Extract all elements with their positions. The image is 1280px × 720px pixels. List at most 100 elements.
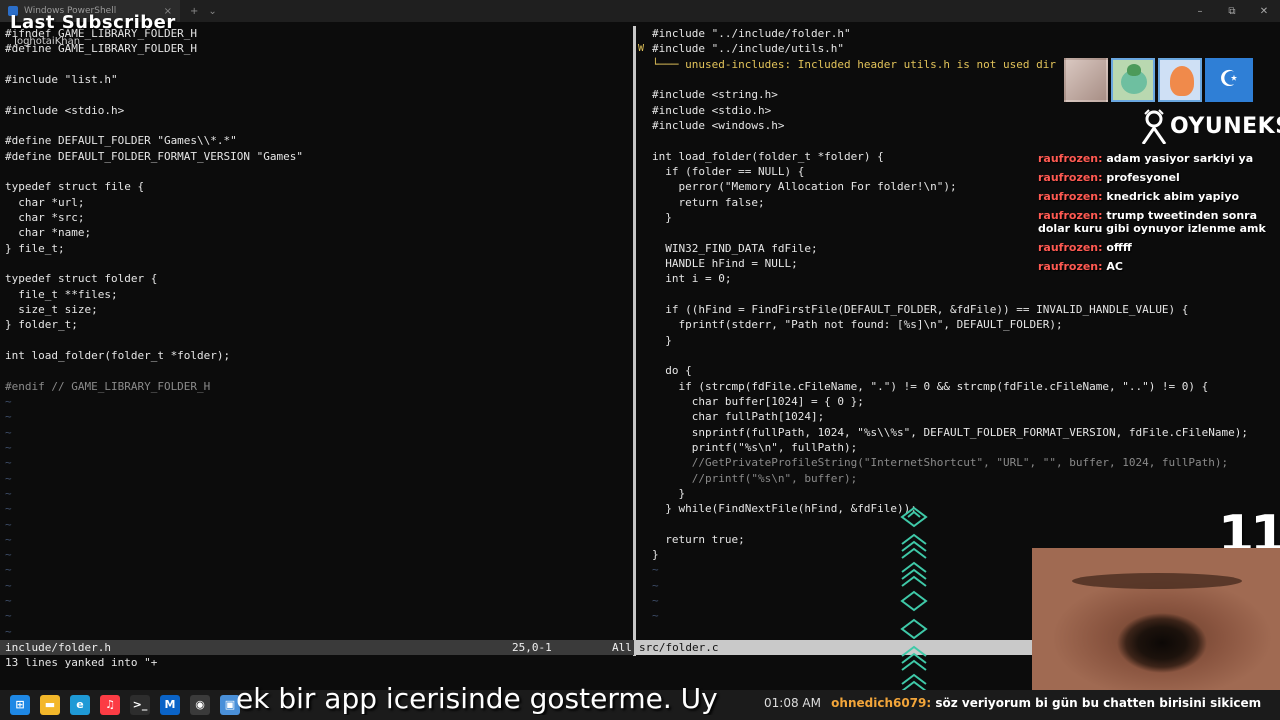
right-file-name: src/folder.c [639,641,719,654]
right-code-line[interactable]: W #include "../include/utils.h" [638,41,1280,56]
left-code-line[interactable]: typedef struct folder { [0,271,632,286]
ticker-message: söz veriyorum bi gün bu chatten birisini… [935,696,1262,710]
right-code-line[interactable]: snprintf(fullPath, 1024, "%s\\%s", DEFAU… [638,425,1280,440]
subtitle-caption: ek bir app icerisinde gosterme. Uy [236,682,718,715]
webcam-eyebrow [1072,573,1242,589]
right-code-line[interactable]: char fullPath[1024]; [638,409,1280,424]
command-line[interactable]: 13 lines yanked into "+ [5,656,157,669]
left-code-line[interactable]: size_t size; [0,302,632,317]
left-code-line[interactable] [0,363,632,378]
minimize-button[interactable]: – [1184,6,1216,17]
left-code-line[interactable]: int load_folder(folder_t *folder); [0,348,632,363]
left-code-line[interactable]: char *name; [0,225,632,240]
chat-message: raufrozen: AC [1038,260,1278,273]
ticker-user: ohnedich6079: [831,696,932,710]
right-code-line[interactable]: #include "../include/folder.h" [638,26,1280,41]
left-status-line: include/folder.h 25,0-1 All [0,640,634,655]
split-divider[interactable] [633,26,636,656]
right-code-line[interactable]: } while(FindNextFile(hFind, &fdFile)); [638,501,1280,516]
right-code-line[interactable]: } [638,486,1280,501]
empty-line-marker: ~ [5,410,12,424]
right-code-line[interactable]: fprintf(stderr, "Path not found: [%s]\n"… [638,317,1280,332]
terminal-icon[interactable]: >_ [130,695,150,715]
right-code-line[interactable]: if (strcmp(fdFile.cFileName, ".") != 0 &… [638,379,1280,394]
left-code-line[interactable] [0,164,632,179]
right-code-line[interactable]: printf("%s\n", fullPath); [638,440,1280,455]
crescent-star-icon: ☪ [1205,58,1253,102]
empty-line-marker: ~ [5,532,12,546]
empty-line-marker: ~ [5,578,12,592]
avatar [1064,58,1108,102]
chat-message: raufrozen: profesyonel [1038,171,1278,184]
obs-icon[interactable]: ◉ [190,695,210,715]
charmander-icon [1170,66,1194,96]
left-code-line[interactable]: typedef struct file { [0,179,632,194]
left-code-line[interactable]: #include <stdio.h> [0,103,632,118]
chat-text: offff [1106,241,1132,254]
chat-username: raufrozen: [1038,260,1107,273]
maximize-button[interactable]: ⧉ [1216,6,1248,17]
left-code-line[interactable]: } folder_t; [0,317,632,332]
left-code-line[interactable] [0,87,632,102]
chat-overlay: raufrozen: adam yasiyor sarkiyi ya raufro… [1038,152,1278,279]
left-code-line[interactable]: #define DEFAULT_FOLDER "Games\\*.*" [0,133,632,148]
right-status-line: src/folder.c [636,640,1032,655]
left-code-line[interactable]: #define GAME_LIBRARY_FOLDER_H [0,41,632,56]
brand-mascot-icon [1140,108,1168,145]
left-editor-pane[interactable]: #ifndef GAME_LIBRARY_FOLDER_H #define GAM… [0,26,632,638]
right-code-line[interactable]: } [638,333,1280,348]
new-tab-button[interactable]: + [190,6,198,17]
last-subscriber-label: Last Subscriber [10,12,176,33]
right-code-line[interactable]: //printf("%s\n", buffer); [638,471,1280,486]
right-code-line[interactable] [638,287,1280,302]
close-button[interactable]: ✕ [1248,6,1280,17]
chat-message: raufrozen: adam yasiyor sarkiyi ya [1038,152,1278,165]
taskbar-app-list: ⊞ ▬ e ♫ >_ M ◉ ▣ [10,695,240,715]
left-code-line[interactable] [0,256,632,271]
chevron-decoration-icon [897,506,931,696]
left-code-line[interactable]: char *src; [0,210,632,225]
warning-sign-icon: W [638,43,645,55]
empty-line-marker: ~ [5,624,12,638]
brand-logo: OYUNEKS [1140,108,1280,145]
right-code-line[interactable]: char buffer[1024] = { 0 }; [638,394,1280,409]
left-code-line[interactable]: file_t **files; [0,287,632,302]
last-subscriber-name: JoghotaiKhan [14,36,81,47]
left-code-line[interactable]: #include "list.h" [0,72,632,87]
chat-username: raufrozen: [1038,190,1107,203]
terminal-title-bar: Windows PowerShell × + ⌄ – ⧉ ✕ [0,0,1280,22]
left-code-line[interactable] [0,333,632,348]
windows-start-icon[interactable]: ⊞ [10,695,30,715]
right-code-line[interactable]: //GetPrivateProfileString("InternetShort… [638,455,1280,470]
avatar-charmander [1158,58,1202,102]
empty-line-marker: ~ [5,471,12,485]
chat-message: raufrozen: offff [1038,241,1278,254]
chat-text: knedrick abim yapiyo [1106,190,1240,203]
avatar-bulbasaur [1111,58,1155,102]
left-code-line[interactable] [0,118,632,133]
edge-icon[interactable]: e [70,695,90,715]
chat-message: raufrozen: knedrick abim yapiyo [1038,190,1278,203]
left-code-line[interactable]: char *url; [0,195,632,210]
left-code-line[interactable]: #define DEFAULT_FOLDER_FORMAT_VERSION "G… [0,149,632,164]
right-code-line[interactable] [638,348,1280,363]
left-code-line[interactable]: #endif // GAME_LIBRARY_FOLDER_H [0,379,632,394]
right-code-line[interactable]: return true; [638,532,1280,547]
m-app-icon[interactable]: M [160,695,180,715]
tab-dropdown-icon[interactable]: ⌄ [208,6,216,17]
empty-line-marker: ~ [5,594,12,608]
brand-name: OYUNEKS [1170,113,1280,139]
empty-line-marker: ~ [5,394,12,408]
right-code-line[interactable]: if ((hFind = FindFirstFile(DEFAULT_FOLDE… [638,302,1280,317]
music-icon[interactable]: ♫ [100,695,120,715]
left-code-line[interactable] [0,57,632,72]
empty-line-marker: ~ [5,548,12,562]
empty-line-marker: ~ [5,425,12,439]
empty-line-marker: ~ [5,456,12,470]
ticker-time: 01:08 AM [764,696,821,710]
right-code-line[interactable]: do { [638,363,1280,378]
cursor-position: 25,0-1 [512,641,552,654]
file-explorer-icon[interactable]: ▬ [40,695,60,715]
left-code-line[interactable]: } file_t; [0,241,632,256]
right-code-line[interactable] [638,517,1280,532]
